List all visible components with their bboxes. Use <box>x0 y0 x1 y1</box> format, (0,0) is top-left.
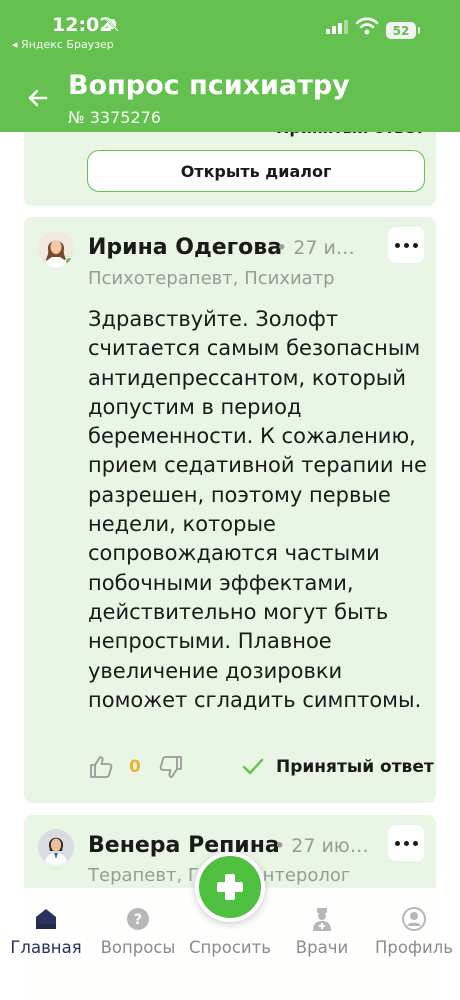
battery-icon: 52 <box>386 22 420 39</box>
nav-label-questions: Вопросы <box>100 938 176 957</box>
dot-icon <box>412 242 418 248</box>
nav-label-doctors: Врачи <box>295 938 349 957</box>
doctor-name[interactable]: Ирина Одегова <box>88 235 282 260</box>
thumbs-down-icon[interactable] <box>158 754 184 780</box>
open-dialog-button[interactable]: Открыть диалог <box>87 150 425 192</box>
more-options-button[interactable] <box>388 825 424 861</box>
accepted-answer-label: Принятый ответ <box>276 757 434 777</box>
ask-question-button[interactable] <box>195 852 265 922</box>
doctor-avatar[interactable] <box>38 231 74 267</box>
nav-item-doctors[interactable]: Врачи <box>276 906 368 957</box>
answer-card: Ирина Одегова • 27 и… Психотерапевт, Пси… <box>24 217 436 803</box>
plus-icon <box>217 874 243 900</box>
answer-date: • 27 ию… <box>274 835 369 857</box>
wifi-icon <box>356 17 378 35</box>
like-count: 0 <box>129 757 141 777</box>
nav-item-profile[interactable]: Профиль <box>368 906 460 957</box>
back-arrow-icon[interactable] <box>26 86 50 110</box>
back-to-app-link[interactable]: ◂ Яндекс Браузер <box>12 38 114 51</box>
dot-icon <box>394 242 400 248</box>
app-header: 12:02 ◂ Яндекс Браузер 52 Вопрос психиат… <box>0 0 460 132</box>
signal-icon <box>326 20 348 34</box>
dot-icon <box>403 840 409 846</box>
more-options-button[interactable] <box>388 227 424 263</box>
dot-icon <box>394 840 400 846</box>
bell-off-icon <box>105 18 119 32</box>
doctor-photo-icon <box>38 829 74 865</box>
nav-item-questions[interactable]: ? Вопросы <box>92 906 184 957</box>
svg-text:?: ? <box>134 912 142 928</box>
nav-label-home: Главная <box>10 938 82 957</box>
nav-label-profile: Профиль <box>374 938 454 957</box>
question-number: № 3375276 <box>68 108 161 127</box>
dot-icon <box>403 242 409 248</box>
page-title: Вопрос психиатру <box>68 70 350 101</box>
doctor-name[interactable]: Венера Репина <box>88 833 280 858</box>
nav-label-ask: Спросить <box>188 938 271 957</box>
doctor-avatar[interactable] <box>38 829 74 865</box>
dot-icon <box>412 840 418 846</box>
question-icon: ? <box>127 908 149 930</box>
nav-item-home[interactable]: Главная <box>0 906 92 957</box>
profile-icon <box>402 907 426 931</box>
online-indicator <box>65 257 74 266</box>
answer-text: Здравствуйте. Золофт считается самым без… <box>88 307 427 712</box>
status-bar: 12:02 ◂ Яндекс Браузер 52 <box>0 0 460 56</box>
thumbs-up-icon[interactable] <box>88 754 114 780</box>
check-icon <box>242 758 264 775</box>
home-icon <box>36 909 56 929</box>
answer-date: • 27 и… <box>276 237 355 259</box>
doctor-icon <box>313 908 331 931</box>
doctor-specialty: Психотерапевт, Психиатр <box>88 268 335 289</box>
